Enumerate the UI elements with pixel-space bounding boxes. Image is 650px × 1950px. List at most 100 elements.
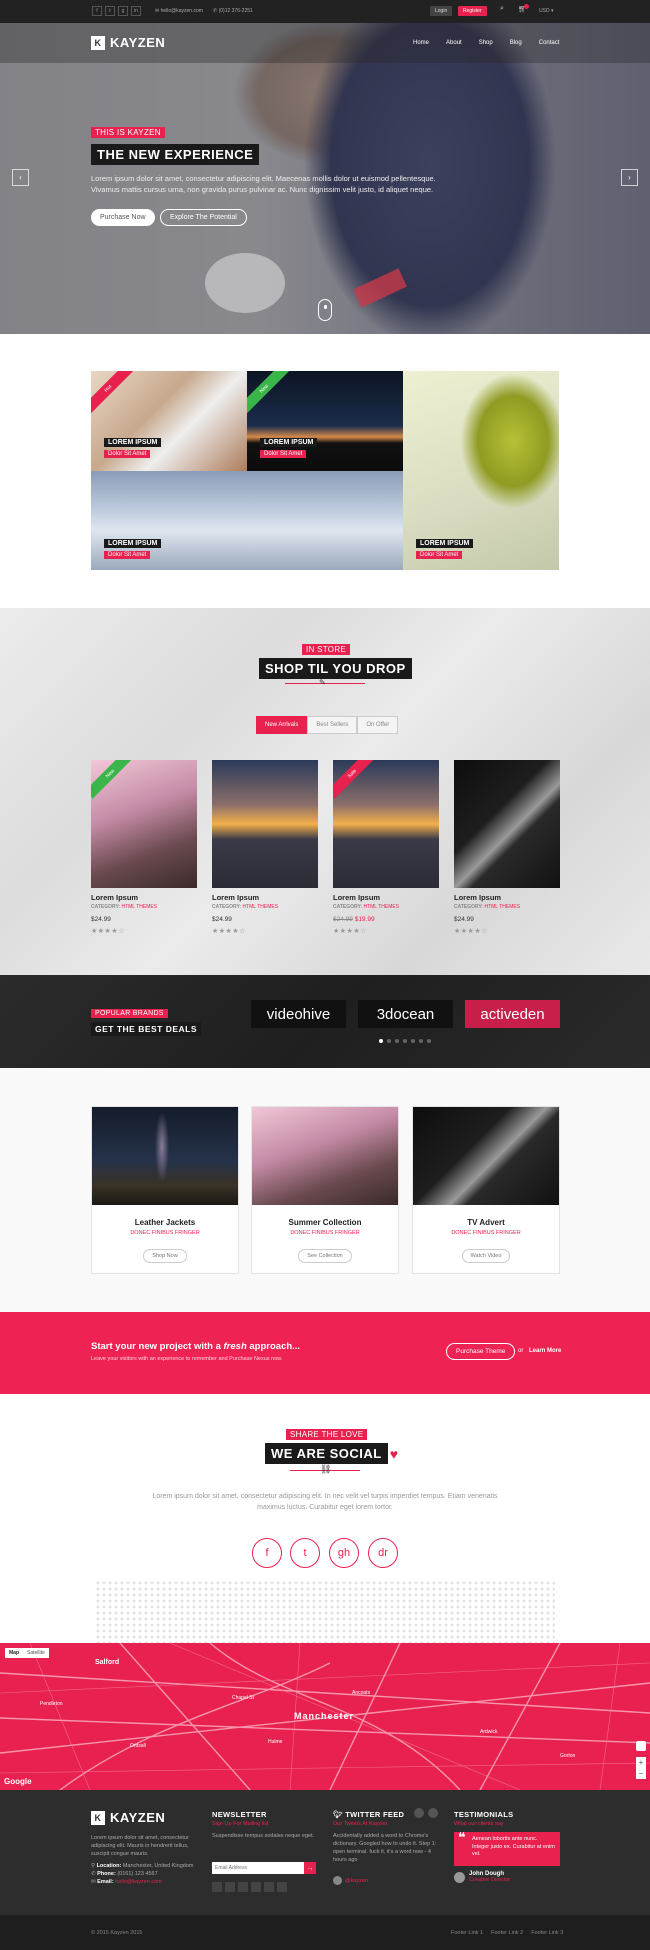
twitter-icon[interactable]: t <box>105 6 115 16</box>
cta-title-part: Start your <box>91 1341 136 1352</box>
footer-link[interactable]: Footer Link 2 <box>491 1930 523 1936</box>
slider-next-arrow[interactable]: › <box>621 169 638 186</box>
logo-mark-icon: K <box>91 35 105 50</box>
product-image[interactable] <box>212 760 318 888</box>
map-label-area: Ordsall <box>130 1743 146 1749</box>
zoom-in-button[interactable]: + <box>636 1757 646 1768</box>
zoom-out-button[interactable]: − <box>636 1768 646 1779</box>
purchase-theme-button[interactable]: Purchase Theme <box>446 1343 516 1360</box>
newsletter-submit-button[interactable]: → <box>304 1862 316 1874</box>
product-category-link[interactable]: HTML THEMES <box>363 904 399 910</box>
copyright: © 2015 Kayzen 2015 <box>91 1930 143 1936</box>
social-square-icon[interactable] <box>212 1882 222 1892</box>
product-name[interactable]: Lorem Ipsum <box>333 893 380 902</box>
footer-link[interactable]: Footer Link 3 <box>531 1930 563 1936</box>
facebook-icon[interactable]: f <box>92 6 102 16</box>
linkedin-icon[interactable]: in <box>131 6 141 16</box>
gallery-ribbon: New <box>247 371 290 414</box>
watch-video-button[interactable]: Watch Video <box>461 1249 511 1263</box>
social-square-icon[interactable] <box>264 1882 274 1892</box>
slider-prev-arrow[interactable]: ‹ <box>12 169 29 186</box>
top-social-links: f t g in <box>92 6 141 16</box>
satellite-tab[interactable]: Satellite <box>23 1648 49 1658</box>
tab-on-offer[interactable]: On Offer <box>357 716 399 734</box>
footer-link[interactable]: Footer Link 1 <box>451 1930 483 1936</box>
pagination-dot[interactable] <box>411 1039 415 1043</box>
testimonial-quote: Aenean lobortis ante nunc. Integer justo… <box>472 1836 555 1857</box>
register-button[interactable]: Register <box>458 6 487 16</box>
tweet-user[interactable]: @kayzen <box>345 1878 368 1884</box>
footer-about: Lorem ipsum dolor sit amet, consectetur … <box>91 1835 189 1857</box>
gallery-tile-2[interactable]: New LOREM IPSUM Dolor Sit Amet <box>247 371 403 471</box>
product-category-link[interactable]: HTML THEMES <box>121 904 157 910</box>
tab-new-arrivals[interactable]: New Arrivals <box>256 716 308 734</box>
purchase-now-button[interactable]: Purchase Now <box>91 209 155 226</box>
dribbble-icon[interactable]: dr <box>368 1538 398 1568</box>
pagination-dot[interactable] <box>427 1039 431 1043</box>
social-square-icon[interactable] <box>238 1882 248 1892</box>
twitter-next-icon[interactable] <box>428 1808 438 1818</box>
social-square-icon[interactable] <box>277 1882 287 1892</box>
nav-item-about[interactable]: About <box>446 40 462 46</box>
social-text: Lorem ipsum dolor sit amet, consectetur … <box>152 1493 498 1511</box>
product-name[interactable]: Lorem Ipsum <box>91 893 138 902</box>
nav-item-shop[interactable]: Shop <box>479 40 493 46</box>
pagination-dot-active[interactable] <box>379 1039 383 1043</box>
newsletter-text: Suspendisse tempus sodales neque eget. <box>212 1833 315 1839</box>
product-name[interactable]: Lorem Ipsum <box>454 893 501 902</box>
social-square-icon[interactable] <box>251 1882 261 1892</box>
product-image[interactable]: New <box>91 760 197 888</box>
see-collection-button[interactable]: See Collection <box>298 1249 352 1263</box>
pagination-dot[interactable] <box>395 1039 399 1043</box>
scroll-down-indicator[interactable] <box>318 299 332 321</box>
twitter-prev-icon[interactable] <box>414 1808 424 1818</box>
tab-best-sellers[interactable]: Best Sellers <box>307 716 358 734</box>
footer-logo[interactable]: K KAYZEN <box>91 1810 165 1825</box>
social-square-icon[interactable] <box>225 1882 235 1892</box>
feature-image[interactable] <box>252 1107 398 1205</box>
currency-select[interactable]: USD ▾ <box>539 8 553 14</box>
newsletter-email-input[interactable] <box>212 1862 304 1874</box>
gallery-tile-4[interactable]: LOREM IPSUM Dolor Sit Amet <box>403 371 559 570</box>
top-email[interactable]: ✉ hello@kayzen.com <box>155 8 203 14</box>
social-title: WE ARE SOCIAL <box>265 1443 388 1464</box>
feature-image[interactable] <box>92 1107 238 1205</box>
product-category-link[interactable]: HTML THEMES <box>484 904 520 910</box>
map-tab[interactable]: Map <box>5 1648 23 1658</box>
nav-item-contact[interactable]: Contact <box>539 40 560 46</box>
gallery-tile-1[interactable]: Hot LOREM IPSUM Dolor Sit Amet <box>91 371 247 471</box>
brand-logo-activeden[interactable]: activeden <box>465 1000 560 1028</box>
google-plus-icon[interactable]: g <box>118 6 128 16</box>
map[interactable]: Map Satellite Salford Chapel St Ancoats … <box>0 1643 650 1790</box>
product-category: CATEGORY: HTML THEMES <box>454 904 520 910</box>
nav-item-blog[interactable]: Blog <box>510 40 522 46</box>
search-icon[interactable]: ⌕ <box>500 5 504 13</box>
gallery-tile-3[interactable]: LOREM IPSUM Dolor Sit Amet <box>91 471 403 570</box>
product-name[interactable]: Lorem Ipsum <box>212 893 259 902</box>
shop-now-button[interactable]: Shop Now <box>143 1249 187 1263</box>
pagination-dot[interactable] <box>419 1039 423 1043</box>
nav-item-home[interactable]: Home <box>413 40 429 46</box>
footer-email: ✉ Email: hello@kayzen.com <box>91 1878 211 1886</box>
twitter-icon[interactable]: t <box>290 1538 320 1568</box>
login-button[interactable]: Login <box>430 6 453 16</box>
github-icon[interactable]: gh <box>329 1538 359 1568</box>
product-image[interactable]: Sale <box>333 760 439 888</box>
footer-email-link[interactable]: hello@kayzen.com <box>115 1879 162 1885</box>
logo[interactable]: K KAYZEN <box>91 35 165 50</box>
product-image[interactable] <box>454 760 560 888</box>
gallery-title: LOREM IPSUM <box>260 438 318 447</box>
pagination-dot[interactable] <box>387 1039 391 1043</box>
explore-button[interactable]: Explore The Potential <box>160 209 247 226</box>
street-view-pegman-icon[interactable] <box>636 1741 646 1751</box>
brand-logo-3docean[interactable]: 3docean <box>358 1000 453 1028</box>
facebook-icon[interactable]: f <box>252 1538 282 1568</box>
brand-logo-videohive[interactable]: videohive <box>251 1000 346 1028</box>
product-category-link[interactable]: HTML THEMES <box>242 904 278 910</box>
learn-more-link[interactable]: Learn More <box>529 1348 561 1354</box>
logo-text: KAYZEN <box>110 35 166 50</box>
cta-title-part: project with a <box>159 1341 221 1352</box>
pagination-dot[interactable] <box>403 1039 407 1043</box>
feature-image[interactable] <box>413 1107 559 1205</box>
product-category-label: CATEGORY: <box>212 904 242 910</box>
